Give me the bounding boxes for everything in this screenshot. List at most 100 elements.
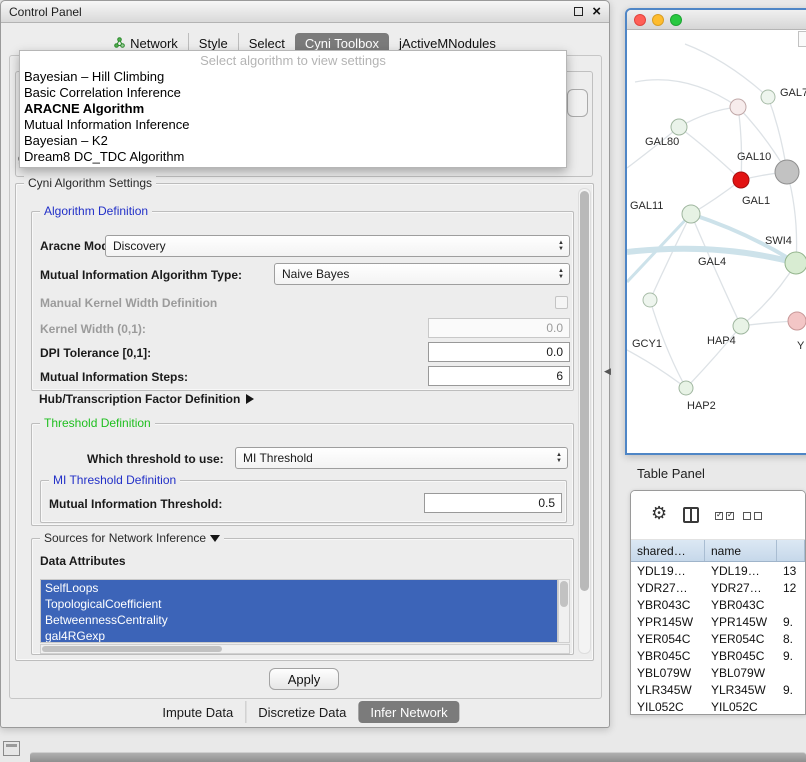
algorithm-option-bayesian-k2[interactable]: Bayesian – K2	[20, 133, 566, 149]
scrollbar-thumb[interactable]	[560, 581, 568, 607]
docked-panel-icon[interactable]	[3, 741, 20, 756]
manual-kernel-checkbox[interactable]	[555, 296, 568, 309]
hub-definition-label: Hub/Transcription Factor Definition	[39, 392, 240, 406]
clear-columns-icon[interactable]	[743, 512, 762, 520]
network-node[interactable]	[671, 119, 687, 135]
table-panel-title: Table Panel	[637, 466, 705, 481]
table-cell: YIL052C	[631, 700, 705, 714]
column-header-2[interactable]	[777, 540, 805, 561]
cyni-settings-title: Cyni Algorithm Settings	[24, 176, 156, 190]
tab-infer-network[interactable]: Infer Network	[358, 701, 459, 723]
expand-right-icon	[246, 394, 254, 404]
list-vscrollbar[interactable]	[558, 579, 570, 643]
close-traffic-icon[interactable]	[634, 14, 646, 26]
algorithm-option-dream8-dc-tdc-algorithm[interactable]: Dream8 DC_TDC Algorithm	[20, 149, 566, 165]
mi-steps-value: 6	[556, 369, 563, 383]
network-node[interactable]	[775, 160, 799, 184]
columns-icon[interactable]	[683, 507, 699, 523]
table-row[interactable]: YLR345WYLR345W9.	[631, 681, 805, 698]
dpi-tolerance-input[interactable]: 0.0	[428, 342, 570, 362]
table-row[interactable]: YDR27…YDR27…12	[631, 579, 805, 596]
network-node[interactable]	[679, 381, 693, 395]
sources-title-text: Sources for Network Inference	[44, 531, 206, 545]
apply-button[interactable]: Apply	[269, 668, 339, 690]
mi-type-select[interactable]: Naive Bayes	[274, 263, 570, 285]
table-row[interactable]: YIL052CYIL052C	[631, 698, 805, 715]
kernel-width-value: 0.0	[546, 321, 563, 335]
network-node[interactable]	[730, 99, 746, 115]
network-window-titlebar[interactable]	[627, 10, 806, 30]
mi-threshold-input[interactable]: 0.5	[424, 493, 562, 513]
table-cell: YDR27…	[705, 581, 777, 595]
aracne-mode-select[interactable]: Discovery	[105, 235, 570, 257]
network-view-window: GAL7GAL80GAL10GAL11GAL1SWI4GAL4GCY1HAP4Y…	[625, 8, 806, 455]
network-node[interactable]	[733, 318, 749, 334]
network-edge	[679, 107, 738, 127]
attribute-item-gal4rgexp[interactable]: gal4RGexp	[41, 628, 557, 643]
column-header-shared[interactable]: shared…	[631, 540, 705, 561]
data-attributes-list[interactable]: SelfLoopsTopologicalCoefficientBetweenne…	[40, 579, 558, 643]
network-node[interactable]	[643, 293, 657, 307]
table-row[interactable]: YBL079WYBL079W	[631, 664, 805, 681]
network-edge	[787, 172, 797, 263]
node-label-gcy1: GCY1	[632, 338, 662, 350]
network-scrollbar-fragment[interactable]	[798, 31, 806, 47]
settings-scrollbar[interactable]	[578, 188, 591, 654]
network-node[interactable]	[761, 90, 775, 104]
combo-arrows-icon	[558, 240, 564, 252]
table-cell: YER054C	[631, 632, 705, 646]
node-label-gal1: GAL1	[742, 195, 770, 207]
algorithm-dropdown-popup: Select algorithm to view settings Bayesi…	[19, 50, 567, 168]
network-edge	[738, 107, 742, 180]
obscured-spinner-fragment[interactable]	[567, 89, 588, 117]
table-row[interactable]: YDL19…YDL19…13	[631, 562, 805, 579]
select-columns-icon[interactable]	[715, 512, 734, 520]
mi-type-value: Naive Bayes	[282, 267, 349, 281]
checkbox-glyph	[754, 512, 762, 520]
panel-splitter-arrow[interactable]	[604, 366, 611, 377]
table-row[interactable]: YER054CYER054C8.	[631, 630, 805, 647]
control-panel-titlebar[interactable]: Control Panel	[1, 1, 609, 23]
table-row[interactable]: YBR045CYBR045C9.	[631, 647, 805, 664]
gear-icon[interactable]	[651, 503, 667, 524]
attribute-item-selfloops[interactable]: SelfLoops	[41, 580, 557, 596]
table-cell: YLR345W	[705, 683, 777, 697]
attribute-item-topologicalcoefficient[interactable]: TopologicalCoefficient	[41, 596, 557, 612]
threshold-type-label: Which threshold to use:	[87, 449, 224, 469]
kernel-width-input: 0.0	[428, 318, 570, 338]
table-cell: YBL079W	[705, 666, 777, 680]
node-label-gal80: GAL80	[645, 136, 679, 148]
mi-type-label: Mutual Information Algorithm Type:	[40, 265, 242, 285]
threshold-type-select[interactable]: MI Threshold	[235, 447, 568, 469]
network-node[interactable]	[733, 172, 749, 188]
algorithm-option-aracne-algorithm[interactable]: ARACNE Algorithm	[20, 101, 566, 117]
float-window-icon[interactable]	[574, 7, 583, 16]
column-header-name[interactable]: name	[705, 540, 777, 561]
tab-impute-data[interactable]: Impute Data	[150, 701, 245, 723]
network-canvas[interactable]: GAL7GAL80GAL10GAL11GAL1SWI4GAL4GCY1HAP4Y…	[627, 30, 806, 455]
algorithm-option-basic-correlation-inference[interactable]: Basic Correlation Inference	[20, 85, 566, 101]
network-node[interactable]	[682, 205, 700, 223]
network-edge	[635, 80, 738, 107]
close-icon[interactable]	[592, 3, 601, 20]
algorithm-option-bayesian-hill-climbing[interactable]: Bayesian – Hill Climbing	[20, 69, 566, 85]
list-hscrollbar[interactable]	[40, 644, 570, 654]
attribute-item-betweennesscentrality[interactable]: BetweennessCentrality	[41, 612, 557, 628]
zoom-traffic-icon[interactable]	[670, 14, 682, 26]
tab-discretize-data[interactable]: Discretize Data	[245, 701, 358, 723]
data-attributes-label: Data Attributes	[40, 551, 126, 571]
control-panel-window: Control Panel NetworkStyleSelectCyni Too…	[0, 0, 610, 728]
sources-group-title[interactable]: Sources for Network Inference	[40, 531, 224, 545]
scrollbar-thumb[interactable]	[580, 191, 589, 591]
mi-steps-input[interactable]: 6	[428, 366, 570, 386]
algorithm-dropdown-list: Bayesian – Hill ClimbingBasic Correlatio…	[20, 69, 566, 165]
table-row[interactable]: YBR043CYBR043C	[631, 596, 805, 613]
hub-definition-toggle[interactable]: Hub/Transcription Factor Definition	[39, 392, 254, 406]
minimize-traffic-icon[interactable]	[652, 14, 664, 26]
algorithm-option-mutual-information-inference[interactable]: Mutual Information Inference	[20, 117, 566, 133]
network-node[interactable]	[788, 312, 806, 330]
table-cell: 9.	[777, 649, 805, 663]
table-row[interactable]: YPR145WYPR145W9.	[631, 613, 805, 630]
scrollbar-thumb[interactable]	[42, 646, 222, 652]
network-node[interactable]	[785, 252, 806, 274]
